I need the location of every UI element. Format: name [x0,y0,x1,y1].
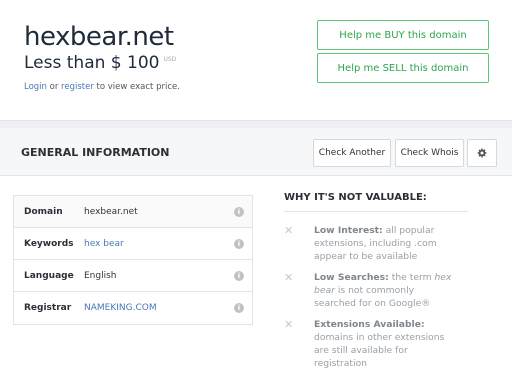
settings-button[interactable] [467,139,497,167]
why-heading: Low Searches: [314,272,389,283]
x-icon: ✕ [284,318,294,331]
check-whois-button[interactable]: Check Whois [395,139,464,167]
login-suffix: to view exact price. [96,82,180,92]
login-prompt: Login or register to view exact price. [24,82,180,92]
price-text: Less than $ 100 USD [24,53,176,73]
why-heading: Low Interest: [314,225,383,236]
info-value: hexbear.net [84,207,138,217]
why-text: Low Interest: all popular extensions, in… [314,224,454,263]
sell-domain-button[interactable]: Help me SELL this domain [317,53,489,83]
info-label: Language [24,271,74,281]
login-link[interactable]: Login [24,82,47,92]
section-title: GENERAL INFORMATION [21,146,170,159]
x-icon: ✕ [284,224,294,237]
keywords-link[interactable]: hex bear [84,239,124,249]
info-icon[interactable]: i [234,303,244,313]
price-value: Less than $ 100 [24,53,160,73]
info-label: Registrar [24,303,72,313]
why-heading: Extensions Available: [314,319,425,330]
info-row-keywords: Keywords hex bear i [14,228,252,260]
check-another-button[interactable]: Check Another [313,139,391,167]
why-divider [284,211,468,212]
info-icon[interactable]: i [234,239,244,249]
why-not-valuable-title: WHY IT'S NOT VALUABLE: [284,192,427,203]
info-label: Keywords [24,239,74,249]
info-icon[interactable]: i [234,271,244,281]
register-link[interactable]: register [61,82,94,92]
divider-band [0,120,512,128]
why-text: Extensions Available: domains in other e… [314,318,454,370]
info-icon[interactable]: i [234,207,244,217]
info-row-language: Language English i [14,260,252,292]
x-icon: ✕ [284,271,294,284]
currency-label: USD [163,56,177,64]
why-detail-pre: the term [391,272,432,283]
why-text: Low Searches: the term hex bear is not c… [314,271,454,310]
info-row-registrar: Registrar NAMEKING.COM i [14,292,252,324]
domain-header: hexbear.net Less than $ 100 USD Login or … [0,0,512,120]
domain-title: hexbear.net [24,22,174,52]
info-label: Domain [24,207,63,217]
buy-domain-button[interactable]: Help me BUY this domain [317,20,489,50]
registrar-link[interactable]: NAMEKING.COM [84,303,157,313]
info-row-domain: Domain hexbear.net i [14,196,252,228]
info-value: English [84,271,117,281]
gear-icon [477,148,487,158]
or-text: or [49,82,59,92]
general-info-table: Domain hexbear.net i Keywords hex bear i… [13,195,253,325]
why-detail: domains in other extensions are still av… [314,332,445,369]
